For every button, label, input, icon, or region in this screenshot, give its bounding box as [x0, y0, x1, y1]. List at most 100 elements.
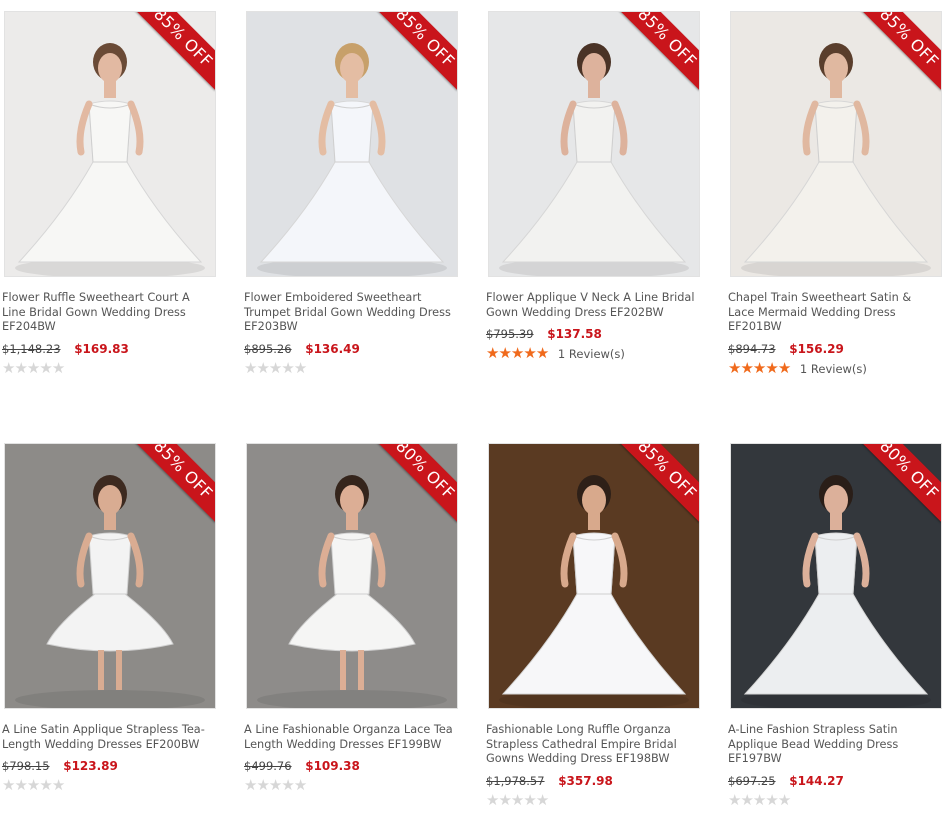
sale-price: $357.98 [558, 773, 613, 788]
star-icon: ★ [39, 358, 52, 377]
product-image[interactable]: 85% OFF [246, 11, 458, 277]
product-image[interactable]: 85% OFF [4, 11, 216, 277]
star-icon: ★ [14, 776, 27, 794]
star-icon: ★ [256, 358, 269, 377]
star-icon: ★ [740, 358, 753, 377]
star-icon: ★ [268, 358, 282, 377]
star-icon: ★ [765, 358, 778, 377]
star-icon: ★ [728, 358, 741, 377]
star-icon: ★ [535, 344, 549, 362]
star-icon: ★ [2, 776, 15, 794]
star-icon: ★ [244, 358, 257, 377]
gown-bodice [572, 103, 616, 163]
product-image[interactable]: 80% OFF [246, 443, 458, 709]
star-icon: ★ [281, 776, 294, 794]
gown-bodice [88, 103, 132, 163]
star-icon: ★ [486, 344, 499, 362]
star-icon: ★ [26, 776, 40, 794]
face [340, 485, 364, 515]
product-title-link[interactable]: Fashionable Long Ruffle Organza Straples… [486, 723, 698, 767]
original-price: $1,978.57 [486, 773, 545, 788]
star-icon: ★ [51, 358, 65, 377]
product-card: 80% OFF A-Line Fashion Strapless Satin A… [728, 443, 942, 809]
product-image[interactable]: 85% OFF [488, 11, 700, 277]
reviews-link[interactable]: 1 Review(s) [558, 347, 625, 361]
star-icon: ★ [728, 790, 741, 809]
face [582, 485, 606, 515]
product-title-link[interactable]: A Line Satin Applique Strapless Tea-Leng… [2, 723, 214, 752]
sale-price: $109.38 [305, 759, 360, 773]
sale-price: $144.27 [789, 773, 844, 788]
star-icon: ★ [752, 790, 766, 809]
rating-row: ★★★★★ [728, 792, 942, 809]
star-icon: ★ [244, 776, 257, 794]
star-icon: ★ [2, 358, 15, 377]
price-row: $894.73 $156.29 [728, 341, 942, 357]
gown-bodice [330, 103, 374, 163]
price-row: $697.25 $144.27 [728, 773, 942, 789]
price-row: $1,978.57 $357.98 [486, 773, 700, 789]
sale-price: $123.89 [63, 759, 118, 773]
product-card: 85% OFF Flower Emboidered Sweetheart Tru… [244, 11, 458, 377]
product-card: 85% OFF Fashionable Long Ruffle Organza … [486, 443, 700, 809]
leg-right [358, 650, 364, 690]
star-icon: ★ [268, 776, 282, 794]
product-title-link[interactable]: Chapel Train Sweetheart Satin & Lace Mer… [728, 291, 940, 335]
star-icon: ★ [486, 790, 499, 809]
star-icon: ★ [14, 358, 27, 377]
original-price: $795.39 [486, 327, 534, 341]
original-price: $697.25 [728, 773, 776, 788]
star-icon: ★ [510, 344, 524, 362]
star-icon: ★ [740, 790, 753, 809]
gown-bodice [814, 535, 858, 595]
reviews-link[interactable]: 1 Review(s) [800, 362, 867, 376]
face [98, 53, 122, 83]
face [824, 53, 848, 83]
original-price: $895.26 [244, 341, 292, 356]
star-icon: ★ [51, 776, 65, 794]
price-row: $499.76 $109.38 [244, 758, 458, 774]
price-row: $795.39 $137.58 [486, 326, 700, 342]
star-icon: ★ [498, 344, 511, 362]
leg-right [116, 650, 122, 690]
product-title-link[interactable]: Flower Emboidered Sweetheart Trumpet Bri… [244, 291, 456, 335]
leg-left [98, 650, 104, 690]
product-card: 85% OFF Chapel Train Sweetheart Satin & … [728, 11, 942, 377]
star-icon: ★ [523, 790, 536, 809]
star-icon: ★ [777, 790, 791, 809]
sale-price: $136.49 [305, 341, 360, 356]
rating-row: ★★★★★ 1 Review(s) [486, 345, 700, 362]
rating-row: ★★★★★ [244, 777, 458, 794]
star-icon: ★ [535, 790, 549, 809]
star-icon: ★ [26, 358, 40, 377]
product-image[interactable]: 80% OFF [730, 443, 942, 709]
rating-row: ★★★★★ [2, 777, 216, 794]
original-price: $894.73 [728, 341, 776, 356]
rating-row: ★★★★★ [2, 360, 216, 377]
product-card: 80% OFF A Line Fashionable Organza Lace … [244, 443, 458, 794]
face [340, 53, 364, 83]
leg-left [340, 650, 346, 690]
sale-price: $137.58 [547, 327, 602, 341]
star-icon: ★ [293, 358, 307, 377]
face [582, 53, 606, 83]
star-icon: ★ [256, 776, 269, 794]
product-card: 85% OFF Flower Applique V Neck A Line Br… [486, 11, 700, 362]
product-card: 85% OFF Flower Ruffle Sweetheart Court A… [2, 11, 216, 377]
star-icon: ★ [498, 790, 511, 809]
gown-bodice [88, 535, 132, 595]
star-icon: ★ [523, 344, 536, 362]
product-image[interactable]: 85% OFF [488, 443, 700, 709]
product-title-link[interactable]: A Line Fashionable Organza Lace Tea Leng… [244, 723, 456, 752]
star-icon: ★ [752, 358, 766, 377]
product-title-link[interactable]: Flower Ruffle Sweetheart Court A Line Br… [2, 291, 214, 335]
gown-bodice [572, 535, 616, 595]
product-title-link[interactable]: Flower Applique V Neck A Line Bridal Gow… [486, 291, 698, 320]
product-image[interactable]: 85% OFF [4, 443, 216, 709]
price-row: $798.15 $123.89 [2, 758, 216, 774]
star-icon: ★ [777, 358, 791, 377]
star-icon: ★ [281, 358, 294, 377]
product-title-link[interactable]: A-Line Fashion Strapless Satin Applique … [728, 723, 940, 767]
gown-bodice [814, 103, 858, 163]
product-image[interactable]: 85% OFF [730, 11, 942, 277]
